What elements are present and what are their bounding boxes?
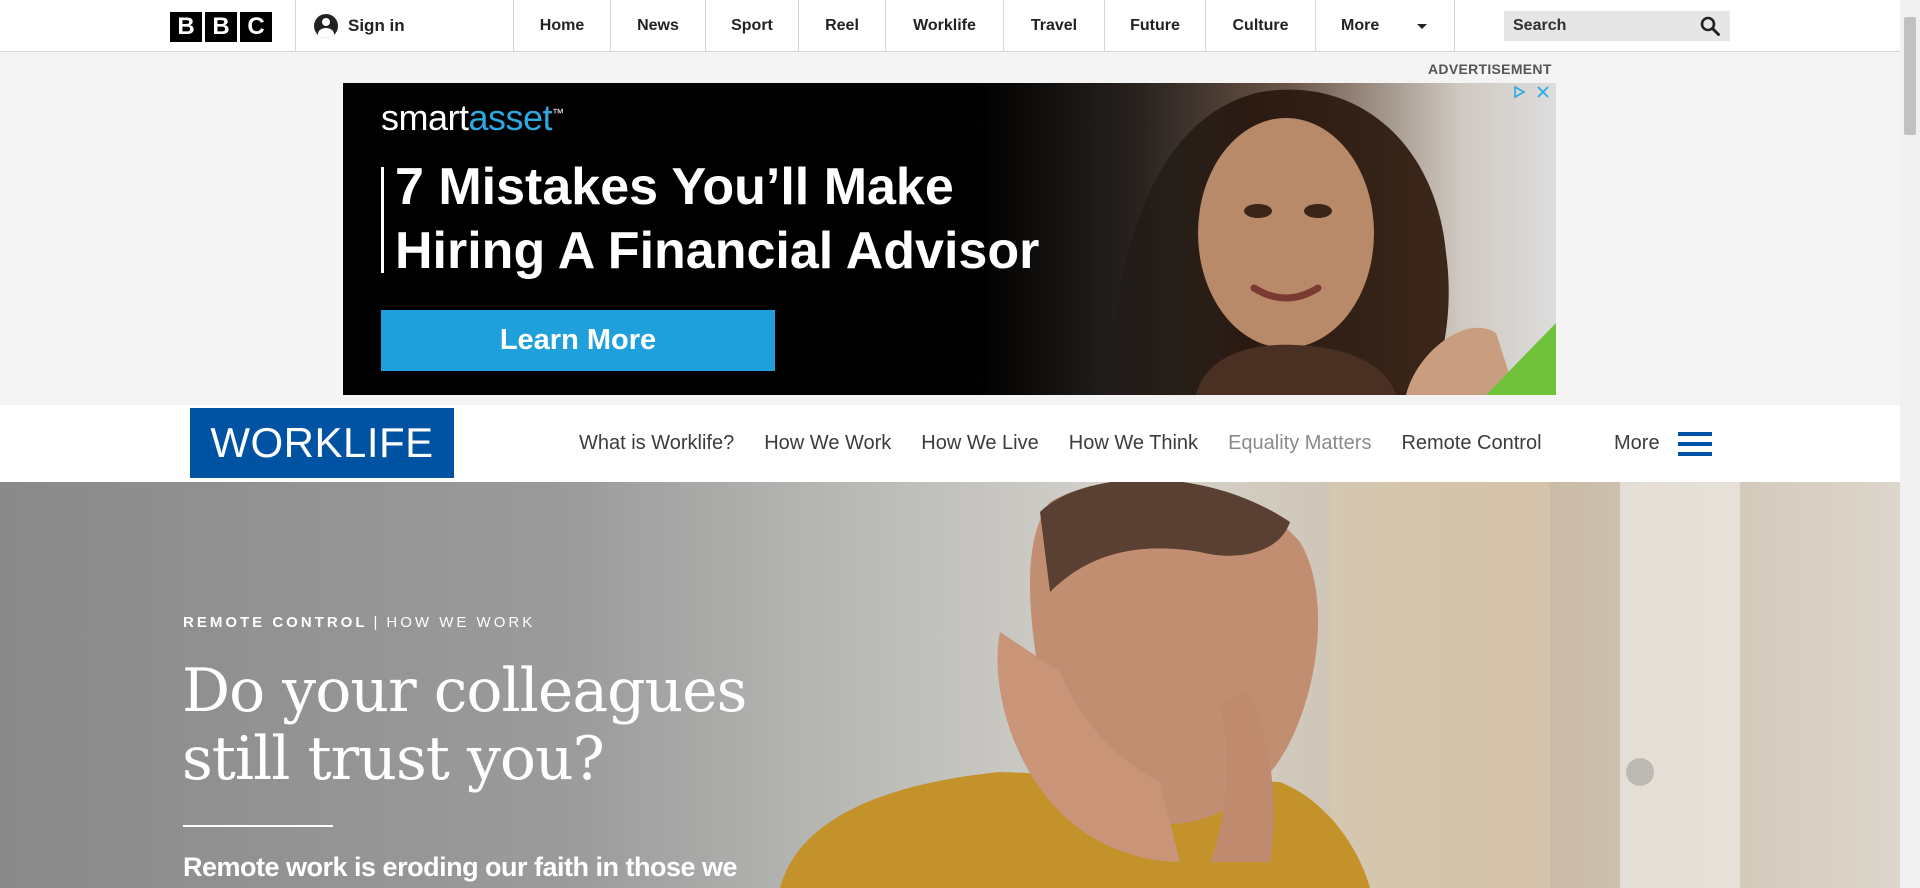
nav-reel[interactable]: Reel	[798, 0, 885, 51]
subnav-how-we-work[interactable]: How We Work	[764, 432, 891, 455]
ad-choices-icon[interactable]	[1512, 85, 1526, 99]
nav-more-dropdown[interactable]: More	[1315, 0, 1455, 51]
ad-headline-line: 7 Mistakes You’ll Make	[395, 158, 954, 216]
hero-headline-line: still trust you?	[182, 724, 605, 794]
subnav-remote-control[interactable]: Remote Control	[1401, 432, 1541, 455]
subnav-how-we-live[interactable]: How We Live	[921, 432, 1038, 455]
ad-brand-part: asset	[468, 97, 553, 138]
ad-divider	[381, 167, 384, 273]
hero-headline[interactable]: Do your colleagues still trust you?	[182, 657, 802, 793]
hero-headline-line: Do your colleagues	[182, 656, 747, 726]
ad-banner[interactable]: smartasset™ 7 Mistakes You’ll Make Hirin…	[343, 83, 1556, 395]
ad-brand-mark: ™	[552, 106, 564, 120]
hero-article[interactable]: REMOTE CONTROL | HOW WE WORK Do your colle…	[0, 482, 1900, 888]
nav-sport[interactable]: Sport	[705, 0, 798, 51]
worklife-logo[interactable]: WORKLIFE	[190, 408, 454, 478]
bbc-logo-letter: B	[205, 12, 237, 42]
kicker-how-we-work[interactable]: HOW WE WORK	[386, 614, 535, 631]
search-box	[1504, 11, 1730, 41]
subnav-what-is-worklife[interactable]: What is Worklife?	[579, 432, 734, 455]
bbc-main-nav: Home News Sport Reel Worklife Travel Fut…	[513, 0, 1455, 51]
account-icon	[314, 13, 338, 38]
subnav-more-button[interactable]: More	[1614, 405, 1712, 482]
hero-kicker: REMOTE CONTROL | HOW WE WORK	[183, 614, 535, 631]
nav-travel[interactable]: Travel	[1003, 0, 1104, 51]
nav-more-label: More	[1341, 16, 1380, 34]
ad-close-icon[interactable]	[1536, 85, 1550, 99]
bbc-logo[interactable]: B B C	[170, 12, 272, 42]
bbc-global-header: B B C Sign in Home News Sport Reel Workl…	[0, 0, 1900, 52]
hero-divider	[183, 825, 333, 827]
subnav-more-label: More	[1614, 432, 1660, 454]
ad-learn-more-button[interactable]: Learn More	[381, 310, 775, 371]
ad-brand-part: smart	[381, 97, 469, 138]
bbc-logo-letter: B	[170, 12, 202, 42]
nav-worklife[interactable]: Worklife	[885, 0, 1003, 51]
nav-future[interactable]: Future	[1104, 0, 1205, 51]
subnav-equality-matters[interactable]: Equality Matters	[1228, 432, 1371, 455]
chevron-down-icon	[1417, 24, 1427, 29]
hamburger-menu-icon	[1677, 431, 1712, 456]
search-icon[interactable]	[1700, 16, 1720, 36]
hero-summary: Remote work is eroding our faith in thos…	[183, 852, 738, 882]
sign-in-label: Sign in	[348, 15, 405, 35]
bbc-logo-letter: C	[240, 12, 272, 42]
search-input[interactable]	[1504, 11, 1693, 41]
divider	[295, 0, 296, 51]
advertisement-label: ADVERTISEMENT	[1428, 61, 1552, 77]
ad-headline: 7 Mistakes You’ll Make Hiring A Financia…	[395, 155, 1095, 283]
nav-culture[interactable]: Culture	[1205, 0, 1315, 51]
nav-home[interactable]: Home	[513, 0, 610, 51]
sign-in-link[interactable]: Sign in	[314, 0, 405, 51]
nav-news[interactable]: News	[610, 0, 705, 51]
scrollbar-thumb[interactable]	[1904, 17, 1916, 135]
ad-brand-logo: smartasset™	[381, 97, 564, 139]
worklife-nav-links: What is Worklife? How We Work How We Liv…	[579, 405, 1542, 482]
ad-corner-decoration	[1486, 323, 1556, 395]
page-scrollbar[interactable]	[1900, 0, 1920, 888]
kicker-remote-control[interactable]: REMOTE CONTROL	[183, 614, 368, 631]
kicker-separator: |	[373, 614, 381, 631]
subnav-how-we-think[interactable]: How We Think	[1069, 432, 1198, 455]
worklife-subnav: WORKLIFE What is Worklife? How We Work H…	[0, 405, 1900, 482]
ad-headline-line: Hiring A Financial Advisor	[395, 222, 1040, 280]
